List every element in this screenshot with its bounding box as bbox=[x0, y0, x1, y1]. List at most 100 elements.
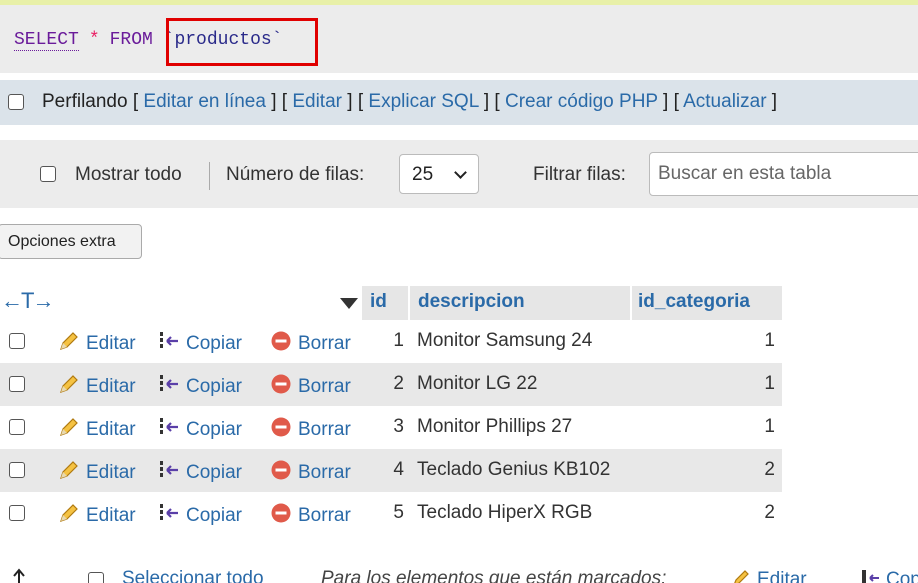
delete-icon bbox=[271, 331, 291, 351]
filter-rows-label: Filtrar filas: bbox=[533, 164, 626, 185]
show-all-checkbox[interactable] bbox=[40, 166, 56, 182]
profiling-links: Perfilando [ Editar en línea ] [ Editar … bbox=[42, 91, 778, 112]
cell-descripcion: Monitor Samsung 24 bbox=[417, 330, 593, 351]
edit-row-button[interactable]: Editar bbox=[58, 373, 136, 398]
cell-id-categoria: 1 bbox=[764, 416, 775, 437]
cell-id-categoria: 1 bbox=[764, 330, 775, 351]
delete-row-button[interactable]: Borrar bbox=[270, 459, 351, 484]
row-checkbox[interactable] bbox=[9, 376, 25, 392]
link-create-php-code[interactable]: Crear código PHP bbox=[505, 91, 658, 112]
bulk-copy-button[interactable]: Copiar bbox=[860, 568, 918, 583]
row-checkbox[interactable] bbox=[9, 462, 25, 478]
delete-label: Borrar bbox=[298, 462, 351, 483]
delete-row-button[interactable]: Borrar bbox=[270, 373, 351, 398]
edit-label: Editar bbox=[86, 419, 136, 440]
pencil-icon bbox=[60, 332, 78, 350]
cell-id-categoria: 2 bbox=[764, 459, 775, 480]
pencil-icon bbox=[60, 461, 78, 479]
delete-row-button[interactable]: Borrar bbox=[270, 416, 351, 441]
row-checkbox[interactable] bbox=[9, 419, 25, 435]
copy-label: Copiar bbox=[186, 505, 242, 526]
rows-number-value: 25 bbox=[412, 164, 434, 185]
select-all-label[interactable]: Seleccionar todo bbox=[122, 568, 264, 583]
sort-desc-icon[interactable] bbox=[340, 298, 358, 309]
cell-id: 3 bbox=[393, 416, 404, 437]
pencil-icon bbox=[734, 570, 749, 583]
delete-icon bbox=[271, 460, 291, 480]
cell-id: 2 bbox=[393, 373, 404, 394]
cell-id: 4 bbox=[393, 459, 404, 480]
chevron-down-icon bbox=[454, 166, 467, 179]
edit-row-button[interactable]: Editar bbox=[58, 416, 136, 441]
copy-label: Copiar bbox=[186, 376, 242, 397]
link-explain-sql[interactable]: Explicar SQL bbox=[368, 91, 478, 112]
cell-id-categoria: 1 bbox=[764, 373, 775, 394]
copy-icon bbox=[862, 570, 879, 583]
cell-descripcion: Monitor Phillips 27 bbox=[417, 416, 573, 437]
bulk-edit-button[interactable]: Editar bbox=[731, 568, 807, 583]
column-header-id-categoria[interactable]: id_categoria bbox=[632, 286, 782, 320]
delete-icon bbox=[271, 374, 291, 394]
copy-row-button[interactable]: Copiar bbox=[158, 459, 242, 484]
table-row: Editar Copiar Borrar 1 Monitor Samsung 24 1 bbox=[0, 320, 782, 363]
sql-star: * bbox=[88, 30, 100, 50]
copy-row-button[interactable]: Copiar bbox=[158, 330, 242, 355]
link-edit-inline[interactable]: Editar en línea bbox=[143, 91, 266, 112]
delete-row-button[interactable]: Borrar bbox=[270, 502, 351, 527]
row-checkbox[interactable] bbox=[9, 333, 25, 349]
edit-row-button[interactable]: Editar bbox=[58, 459, 136, 484]
delete-row-button[interactable]: Borrar bbox=[270, 330, 351, 355]
delete-label: Borrar bbox=[298, 376, 351, 397]
rows-number-select[interactable]: 25 bbox=[399, 154, 479, 194]
copy-row-button[interactable]: Copiar bbox=[158, 416, 242, 441]
edit-label: Editar bbox=[86, 376, 136, 397]
column-resize-arrows-icon[interactable]: ←T→ bbox=[1, 288, 54, 314]
copy-icon bbox=[160, 504, 178, 520]
cell-id-categoria: 2 bbox=[764, 502, 775, 523]
link-refresh[interactable]: Actualizar bbox=[683, 91, 766, 112]
table-row: Editar Copiar Borrar 2 Monitor LG 22 1 bbox=[0, 363, 782, 406]
delete-label: Borrar bbox=[298, 333, 351, 354]
column-header-id[interactable]: id bbox=[362, 286, 408, 320]
cell-id: 1 bbox=[393, 330, 404, 351]
link-edit[interactable]: Editar bbox=[292, 91, 342, 112]
copy-icon bbox=[160, 332, 178, 348]
cell-id: 5 bbox=[393, 502, 404, 523]
sql-from-keyword: FROM bbox=[109, 30, 153, 50]
table-row: Editar Copiar Borrar 3 Monitor Phillips 27 1 bbox=[0, 406, 782, 449]
edit-row-button[interactable]: Editar bbox=[58, 502, 136, 527]
bulk-copy-label: Copiar bbox=[886, 569, 918, 583]
navigation-bar: Mostrar todo Número de filas: 25 Filtrar… bbox=[0, 140, 918, 208]
cell-descripcion: Teclado Genius KB102 bbox=[417, 459, 611, 480]
marked-items-label: Para los elementos que están marcados: bbox=[321, 568, 667, 583]
select-all-checkbox[interactable] bbox=[88, 572, 104, 583]
copy-label: Copiar bbox=[186, 419, 242, 440]
table-header: ←T→ id descripcion id_categoria bbox=[0, 286, 782, 320]
divider bbox=[209, 162, 210, 190]
delete-label: Borrar bbox=[298, 505, 351, 526]
rows-number-label: Número de filas: bbox=[226, 164, 365, 185]
edit-row-button[interactable]: Editar bbox=[58, 330, 136, 355]
show-all-label[interactable]: Mostrar todo bbox=[75, 164, 182, 186]
bottom-actions: Seleccionar todo Para los elementos que … bbox=[0, 562, 918, 583]
row-checkbox[interactable] bbox=[9, 505, 25, 521]
copy-row-button[interactable]: Copiar bbox=[158, 502, 242, 527]
delete-icon bbox=[271, 503, 291, 523]
pencil-icon bbox=[60, 504, 78, 522]
extra-options-button[interactable]: Opciones extra bbox=[0, 224, 142, 259]
copy-icon bbox=[160, 375, 178, 391]
table-row: Editar Copiar Borrar 4 Teclado Genius KB102 2 bbox=[0, 449, 782, 492]
copy-icon bbox=[160, 418, 178, 434]
edit-label: Editar bbox=[86, 505, 136, 526]
edit-label: Editar bbox=[86, 462, 136, 483]
copy-icon bbox=[160, 461, 178, 477]
search-input[interactable] bbox=[649, 152, 918, 196]
delete-label: Borrar bbox=[298, 419, 351, 440]
column-header-descripcion[interactable]: descripcion bbox=[410, 286, 630, 320]
sql-select-keyword[interactable]: SELECT bbox=[14, 30, 79, 51]
copy-row-button[interactable]: Copiar bbox=[158, 373, 242, 398]
edit-label: Editar bbox=[86, 333, 136, 354]
bulk-edit-label: Editar bbox=[757, 569, 807, 583]
profiling-checkbox[interactable] bbox=[8, 94, 24, 110]
up-arrow-icon bbox=[13, 568, 25, 583]
